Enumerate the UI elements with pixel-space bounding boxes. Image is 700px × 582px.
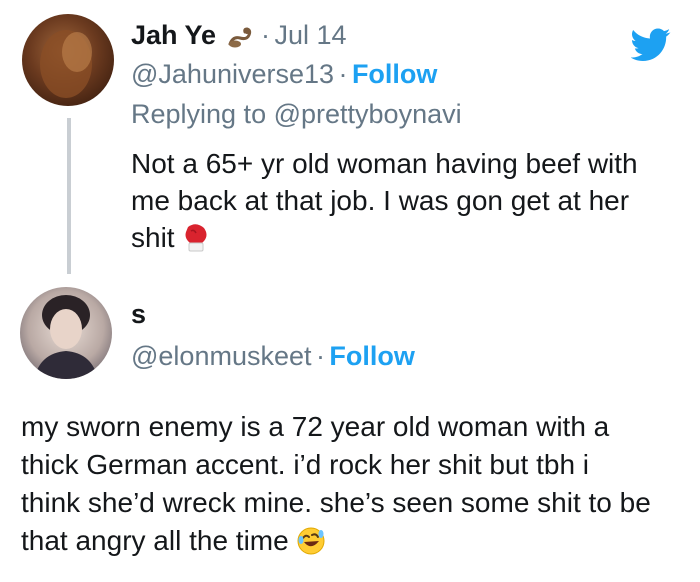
separator-dot: · [315, 341, 325, 371]
replying-to: Replying to @prettyboynavi [131, 101, 462, 128]
replying-prefix: Replying to [131, 99, 267, 129]
avatar[interactable] [22, 14, 114, 106]
tweet-line: Not a 65+ yr old woman having beef with [131, 148, 638, 179]
follow-button[interactable]: Follow [329, 341, 414, 371]
follow-button[interactable]: Follow [352, 59, 437, 89]
boxing-glove-icon [182, 223, 210, 262]
tweet-line: that angry all the time [21, 525, 289, 556]
user-handle[interactable]: @elonmuskeet [131, 341, 312, 371]
tweet-date[interactable]: Jul 14 [274, 20, 346, 50]
tweet-header: Jah Ye · Jul 14 [131, 22, 347, 55]
tweet-line: shit [131, 222, 175, 253]
avatar[interactable] [20, 287, 112, 379]
rolling-laughing-icon [296, 526, 326, 566]
tweet-body: my sworn enemy is a 72 year old woman wi… [21, 408, 691, 566]
tweet-line: me back at that job. I was gon get at he… [131, 185, 630, 216]
separator-dot: · [260, 20, 270, 50]
handle-row: @elonmuskeet · Follow [131, 343, 415, 370]
separator-dot: · [338, 59, 348, 89]
display-name[interactable]: Jah Ye [131, 20, 216, 50]
tweet-line: my sworn enemy is a 72 year old woman wi… [21, 411, 610, 442]
tweet-line: think she’d wreck mine. she’s seen some … [21, 487, 651, 518]
thread-connector [67, 118, 71, 274]
display-name[interactable]: s [131, 301, 146, 328]
scorpion-icon [227, 26, 257, 55]
tweet-line: thick German accent. i’d rock her shit b… [21, 449, 590, 480]
twitter-bird-icon[interactable] [630, 28, 671, 67]
user-handle[interactable]: @Jahuniverse13 [131, 59, 334, 89]
reply-target-handle[interactable]: @prettyboynavi [274, 99, 462, 129]
tweet-body: Not a 65+ yr old woman having beef with … [131, 145, 691, 262]
handle-row: @Jahuniverse13 · Follow [131, 61, 437, 88]
